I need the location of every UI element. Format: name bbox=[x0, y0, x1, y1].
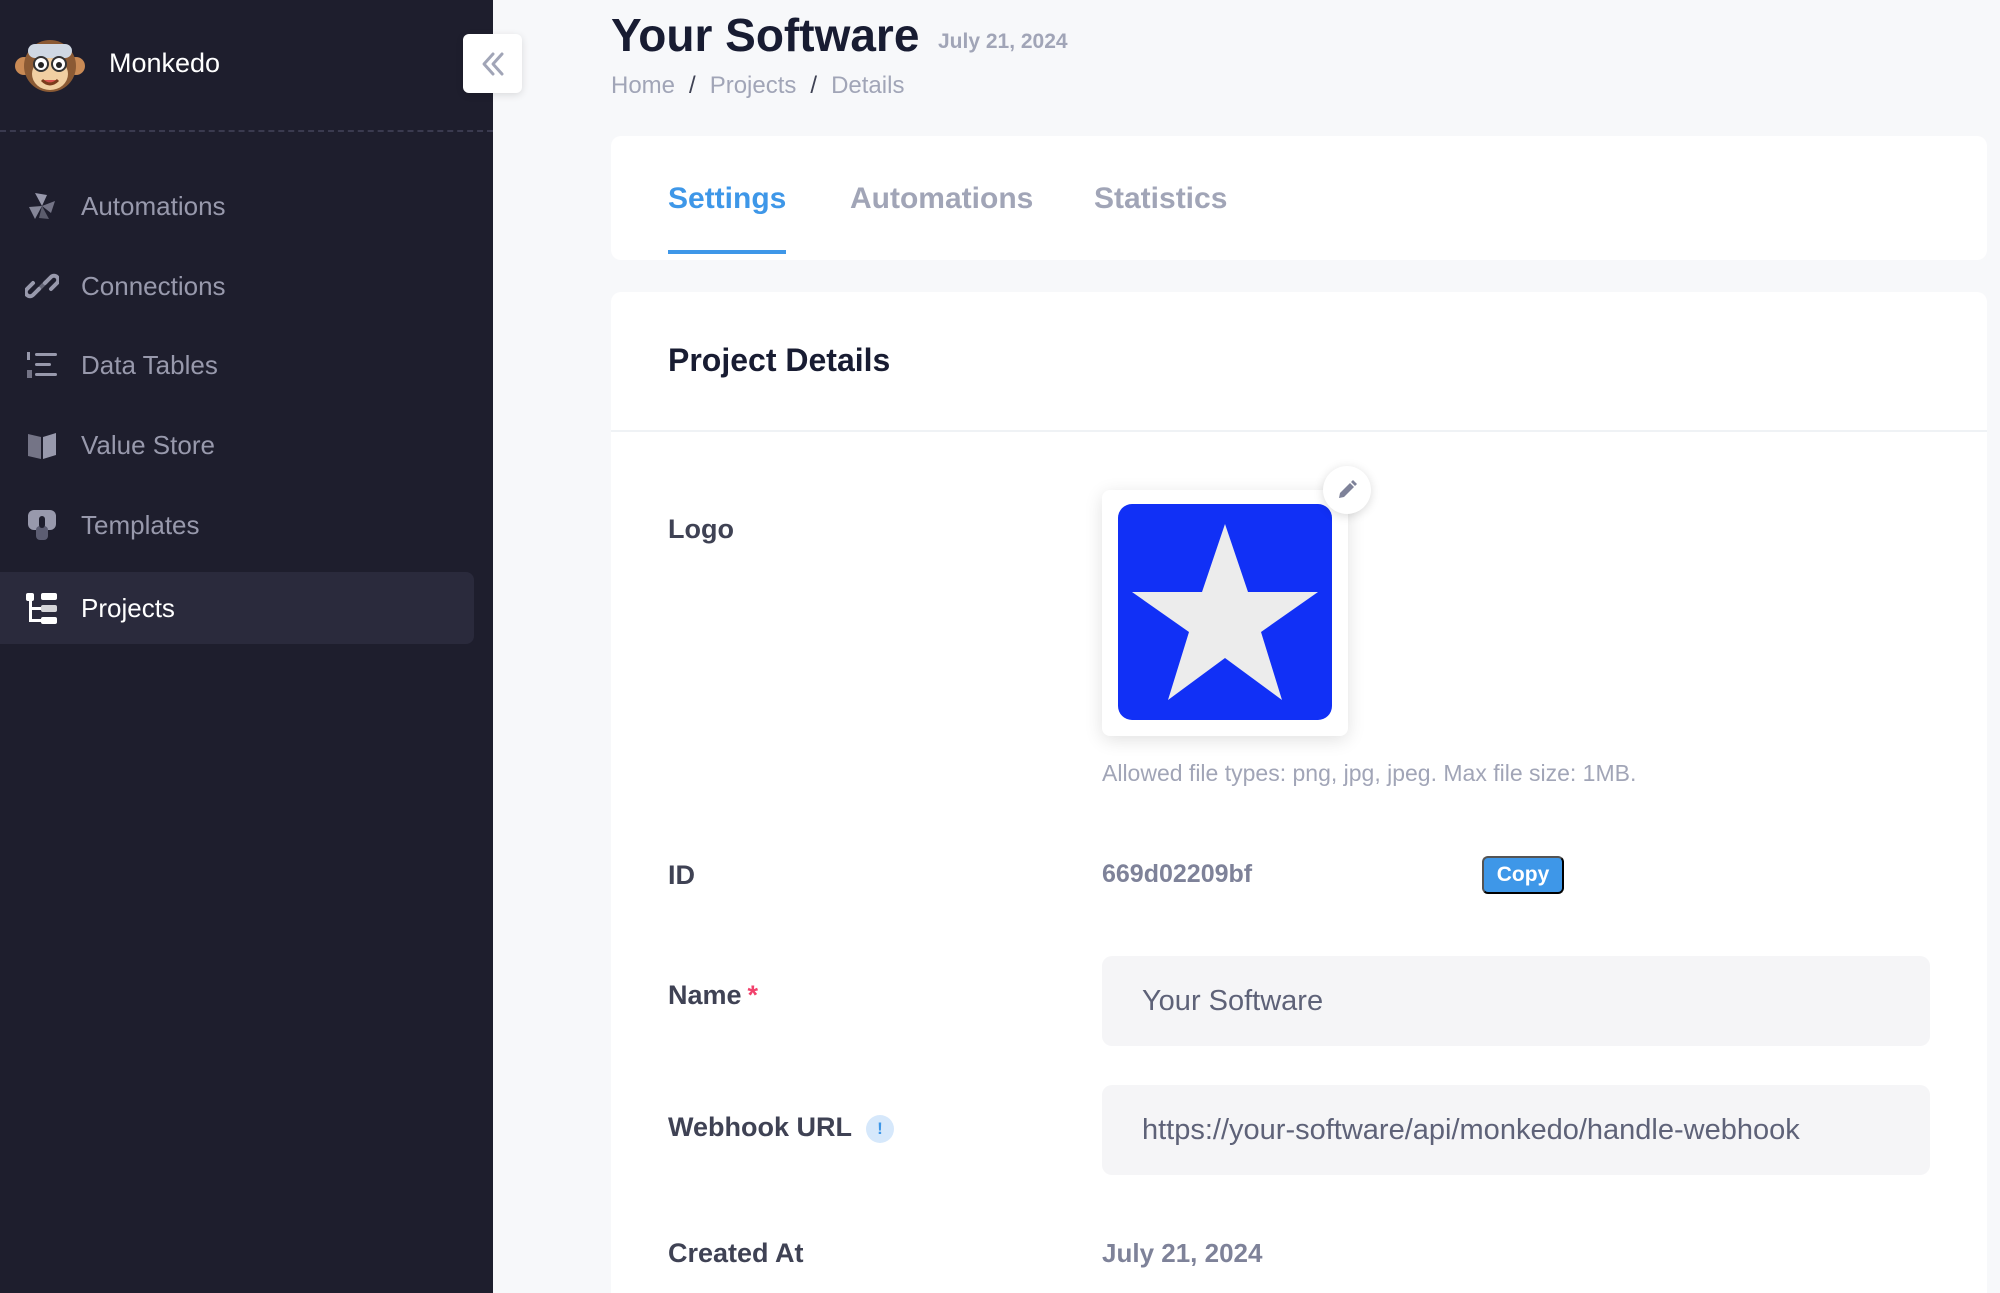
sidebar-item-projects[interactable]: Projects bbox=[0, 572, 474, 644]
collapse-sidebar-button[interactable] bbox=[463, 34, 522, 93]
breadcrumb-separator: / bbox=[689, 72, 696, 99]
project-details-card: Project Details Logo Allowed file types:… bbox=[611, 292, 1987, 1293]
breadcrumb-details: Details bbox=[831, 72, 905, 99]
breadcrumb-home[interactable]: Home bbox=[611, 72, 675, 100]
info-icon[interactable]: ! bbox=[866, 1114, 894, 1143]
card-header: Project Details bbox=[611, 292, 1987, 432]
breadcrumb-projects[interactable]: Projects bbox=[710, 72, 797, 100]
page-title: Your Software bbox=[611, 9, 920, 61]
required-mark: * bbox=[747, 980, 759, 1010]
webhook-label-text: Webhook URL bbox=[668, 1112, 852, 1142]
automations-icon bbox=[24, 188, 60, 224]
webhook-url-input[interactable]: https://your-software/api/monkedo/handle… bbox=[1102, 1085, 1930, 1175]
project-name-input[interactable]: Your Software bbox=[1102, 956, 1930, 1046]
book-icon bbox=[24, 427, 60, 463]
sidebar-item-label: Automations bbox=[81, 190, 226, 221]
logo-label: Logo bbox=[668, 514, 734, 544]
template-icon bbox=[24, 507, 60, 543]
breadcrumb-separator: / bbox=[810, 72, 818, 99]
link-icon bbox=[24, 268, 60, 304]
pencil-icon bbox=[1339, 480, 1357, 498]
sidebar-item-automations[interactable]: Automations bbox=[0, 170, 474, 242]
star-icon bbox=[1132, 524, 1318, 700]
sidebar-item-data-tables[interactable]: Data Tables bbox=[0, 329, 474, 401]
brand-name: Monkedo bbox=[109, 48, 221, 78]
copy-id-button[interactable]: Copy bbox=[1482, 856, 1564, 894]
sidebar-item-label: Connections bbox=[81, 270, 226, 301]
double-chevron-left-icon bbox=[482, 52, 503, 75]
tabs-card: Settings Automations Statistics bbox=[611, 136, 1987, 260]
sidebar-item-label: Value Store bbox=[81, 429, 215, 460]
sidebar-item-connections[interactable]: Connections bbox=[0, 250, 474, 322]
sidebar-item-value-store[interactable]: Value Store bbox=[0, 409, 474, 481]
project-id-value: 669d02209bf bbox=[1102, 860, 1253, 888]
logo-preview bbox=[1102, 490, 1348, 736]
card-title: Project Details bbox=[668, 342, 891, 378]
edit-logo-button[interactable] bbox=[1323, 466, 1371, 514]
breadcrumb: Home / Projects / Details bbox=[611, 72, 904, 100]
tab-statistics[interactable]: Statistics bbox=[1094, 182, 1227, 250]
created-at-label: Created At bbox=[668, 1238, 804, 1268]
monkey-logo-icon[interactable] bbox=[14, 30, 86, 98]
project-logo-image bbox=[1118, 504, 1332, 720]
sidebar-item-label: Templates bbox=[81, 509, 200, 540]
created-at-value: July 21, 2024 bbox=[1102, 1238, 1263, 1268]
tab-settings[interactable]: Settings bbox=[668, 182, 787, 254]
logo-file-hint: Allowed file types: png, jpg, jpeg. Max … bbox=[1102, 760, 1637, 786]
sidebar-item-label: Data Tables bbox=[81, 349, 218, 380]
tree-icon bbox=[24, 590, 60, 626]
brand-header: Monkedo bbox=[0, 0, 493, 132]
sidebar-item-label: Projects bbox=[81, 592, 175, 623]
page-date: July 21, 2024 bbox=[938, 30, 1068, 53]
numbered-list-icon bbox=[24, 347, 60, 383]
name-label: Name * bbox=[668, 980, 758, 1011]
sidebar-item-templates[interactable]: Templates bbox=[0, 489, 474, 561]
sidebar: Monkedo Automations Connections Data Tab… bbox=[0, 0, 493, 1293]
id-label: ID bbox=[668, 860, 695, 890]
name-label-text: Name bbox=[668, 980, 742, 1010]
webhook-url-label: Webhook URL! bbox=[668, 1112, 894, 1143]
tab-automations[interactable]: Automations bbox=[850, 182, 1033, 250]
